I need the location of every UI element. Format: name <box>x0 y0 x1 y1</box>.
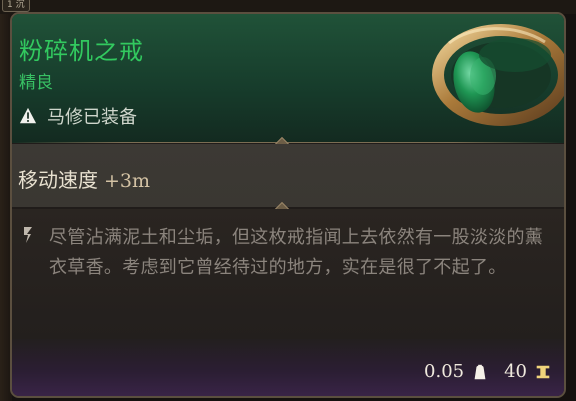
item-tooltip: 粉碎机之戒 精良 马修已装备 移动速度 +3m 尽管沾满泥土和尘垢，但这枚戒指闻… <box>10 12 566 398</box>
movement-speed-stat: 移动速度 +3m <box>18 164 150 193</box>
weight-value: 0.05 <box>424 361 465 382</box>
item-name: 粉碎机之戒 <box>19 37 144 65</box>
equipped-text: 马修已装备 <box>47 107 137 128</box>
equipped-status: 马修已装备 <box>19 103 137 129</box>
item-rarity: 精良 <box>19 73 53 93</box>
description-area: 尽管沾满泥土和尘垢，但这枚戒指闻上去依然有一股淡淡的薰衣草香。考虑到它曾经待过的… <box>12 209 564 339</box>
stat-band: 移动速度 +3m <box>12 144 564 207</box>
footer-stats: 0.05 40 <box>424 361 552 382</box>
quote-icon <box>24 227 32 243</box>
warning-icon <box>19 107 37 125</box>
item-description: 尽管沾满泥土和尘垢，但这枚戒指闻上去依然有一股淡淡的薰衣草香。考虑到它曾经待过的… <box>49 227 544 278</box>
stat-value: +3m <box>104 170 151 192</box>
weight-icon <box>471 363 489 381</box>
item-header: 粉碎机之戒 精良 马修已装备 <box>12 14 564 143</box>
gold-icon <box>534 363 552 381</box>
item-footer: 0.05 40 <box>12 339 564 396</box>
gold-value: 40 <box>504 361 527 382</box>
ring-icon <box>432 24 564 126</box>
stat-label: 移动速度 <box>18 168 98 192</box>
top-tab-chip[interactable]: 1 沉 <box>2 0 30 12</box>
